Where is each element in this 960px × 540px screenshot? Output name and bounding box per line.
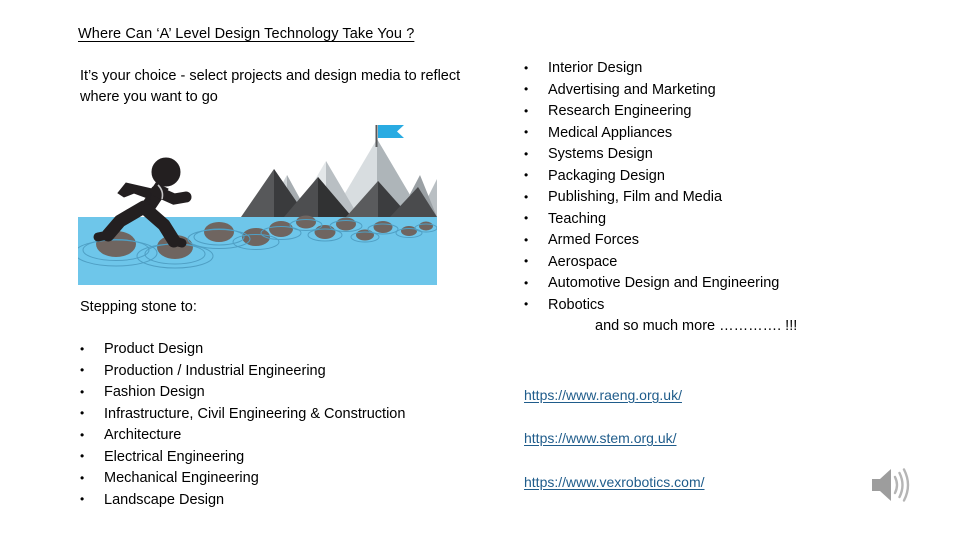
intro-paragraph: It’s your choice - select projects and d… [80,68,461,105]
and-so-much-more-text: and so much more …………. !!! [595,318,798,334]
stepping-stones-illustration [78,117,437,285]
slide-canvas: Where Can ‘A’ Level Design Technology Ta… [0,0,960,540]
link-vexrobotics[interactable]: https://www.vexrobotics.com/ [524,473,705,491]
list-item: Armed Forces [520,230,779,252]
speaker-audio-icon[interactable] [866,462,912,508]
page-title: Where Can ‘A’ Level Design Technology Ta… [78,26,415,42]
list-item: Automotive Design and Engineering [520,273,779,295]
link-stem[interactable]: https://www.stem.org.uk/ [524,429,677,447]
list-item: Infrastructure, Civil Engineering & Cons… [76,403,405,426]
list-item: Production / Industrial Engineering [76,360,405,383]
left-career-list: Product Design Production / Industrial E… [76,339,405,511]
list-item: Electrical Engineering [76,446,405,469]
list-item: Fashion Design [76,382,405,404]
list-item: Publishing, Film and Media [520,187,779,209]
list-item: Robotics [520,294,779,317]
list-item: Advertising and Marketing [520,79,779,102]
list-item: Interior Design [520,58,779,80]
list-item: Landscape Design [76,489,405,512]
list-item: Aerospace [520,251,779,274]
list-item: Packaging Design [520,165,779,188]
list-item: Product Design [76,339,405,361]
link-raeng[interactable]: https://www.raeng.org.uk/ [524,386,682,404]
list-item: Medical Appliances [520,122,779,145]
stepping-stone-heading: Stepping stone to: [80,299,197,315]
list-item: Teaching [520,208,779,231]
list-item: Systems Design [520,144,779,166]
list-item: Research Engineering [520,101,779,123]
right-career-list: Interior Design Advertising and Marketin… [520,58,779,316]
list-item: Architecture [76,425,405,447]
list-item: Mechanical Engineering [76,468,405,490]
